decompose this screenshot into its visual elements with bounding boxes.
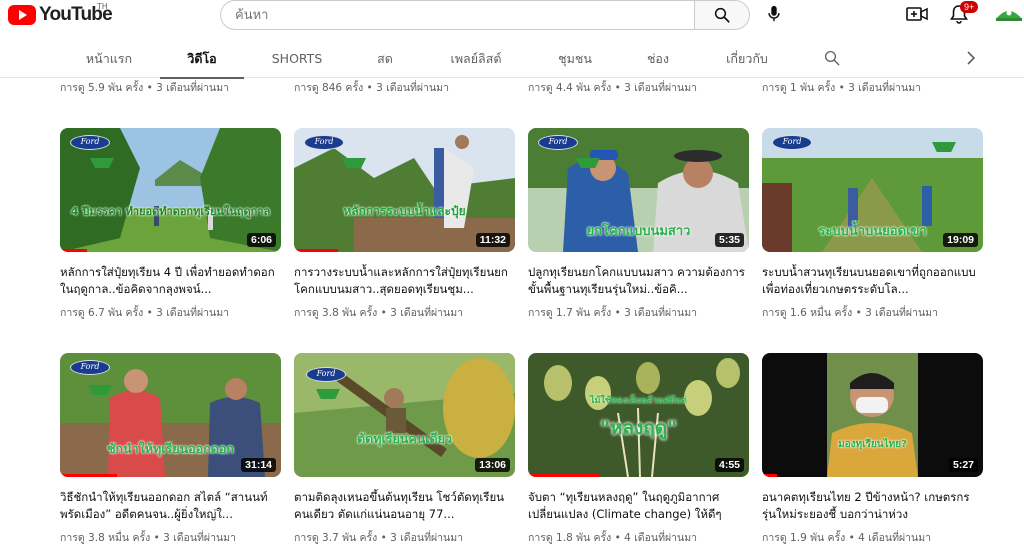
video-meta: การดู 1 พัน ครั้ง • 3 เดือนที่ผ่านมา (762, 82, 922, 94)
video-title[interactable]: ระบบน้ำสวนทุเรียนบนยอดเขาที่ถูกออกแบบเพื… (762, 264, 983, 298)
notification-badge: 9+ (960, 1, 979, 13)
video-card[interactable]: มองทุเรียนไทย? 5:27 อนาคตทุเรียนไทย 2 ปี… (762, 353, 983, 546)
notifications-button[interactable]: 9+ (946, 1, 979, 27)
tab-about[interactable]: เกี่ยวกับ (722, 38, 772, 78)
video-meta: การดู 3.8 พัน ครั้ง • 3 เดือนที่ผ่านมา (294, 307, 464, 319)
ford-logo: Ford (304, 135, 344, 150)
tab-label: หน้าแรก (85, 51, 133, 66)
search-icon (824, 50, 840, 66)
channel-search-button[interactable] (823, 49, 843, 69)
account-logo-icon (996, 10, 1022, 21)
thumbnail-caption: หลักการระบบน้ำและปุ๋ย (343, 204, 466, 218)
video-title[interactable]: จับตา “ทุเรียนหลงฤดู” ในฤดูภูมิอากาศเปลี… (528, 489, 749, 523)
channel-tabs: หน้าแรก วิดีโอ SHORTS สด เพลย์ลิสต์ ชุมช… (0, 38, 1024, 79)
video-title[interactable]: การวางระบบน้ำและหลักการใส่ปุ๋ยทุเรียนยกโ… (294, 264, 515, 298)
thumbnail-caption: มองทุเรียนไทย? (838, 439, 907, 450)
thumbnail-caption: ชักนำให้ทุเรียนออกดอก (107, 441, 234, 456)
video-duration: 13:06 (475, 458, 510, 472)
video-card[interactable]: Ford หลักการระบบน้ำและปุ๋ย 11:32 การวางร… (294, 128, 515, 321)
video-meta: การดู 4.4 พัน ครั้ง • 3 เดือนที่ผ่านมา (528, 82, 698, 94)
tab-label: วิดีโอ (187, 51, 217, 66)
tab-channels[interactable]: ช่อง (644, 38, 672, 78)
video-thumbnail[interactable]: Ford ตัดทุเรียนคนเดียว 13:06 (294, 353, 515, 477)
watch-progress-bar (528, 474, 599, 477)
ford-logo: Ford (306, 367, 346, 382)
tab-label: ชุมชน (558, 51, 592, 66)
video-duration: 11:32 (475, 233, 510, 247)
tab-label: SHORTS (271, 51, 323, 66)
thumbnail-caption: 4 ปีมรรคา ทำยอดทำดอกทุเรียนในฤดูกาล (70, 205, 271, 218)
watch-progress-bar (294, 249, 339, 252)
tab-home[interactable]: หน้าแรก (82, 38, 136, 78)
ford-logo: Ford (70, 135, 110, 150)
tab-label: สด (377, 51, 393, 66)
video-title[interactable]: หลักการใส่ปุ๋ยทุเรียน 4 ปี เพื่อทำยอดทำด… (60, 264, 281, 298)
tabs-scroll-right-button[interactable] (964, 50, 980, 66)
search-icon (714, 7, 730, 23)
logo-region-code: TH (97, 2, 108, 11)
watch-progress-bar (60, 249, 87, 252)
video-meta: การดู 5.9 พัน ครั้ง • 3 เดือนที่ผ่านมา (60, 82, 230, 94)
video-duration: 19:09 (943, 233, 978, 247)
ford-logo: Ford (538, 135, 578, 150)
video-thumbnail[interactable]: Ford ชักนำให้ทุเรียนออกดอก 31:14 (60, 353, 281, 477)
watch-progress-bar (762, 474, 778, 477)
search-button[interactable] (694, 0, 750, 30)
youtube-logo[interactable]: YouTube TH (8, 2, 113, 26)
video-card[interactable]: Ford ระบบน้ำบนยอดเขา 19:09 ระบบน้ำสวนทุเ… (762, 128, 983, 321)
video-thumbnail[interactable]: มองทุเรียนไทย? 5:27 (762, 353, 983, 477)
video-duration: 31:14 (241, 458, 276, 472)
tab-shorts[interactable]: SHORTS (268, 38, 326, 78)
thumbnail-caption: ตัดทุเรียนคนเดียว (357, 431, 452, 446)
video-duration: 5:27 (948, 458, 978, 472)
top-bar: YouTube TH 9+ (0, 0, 1024, 38)
video-thumbnail[interactable]: Ford ยกโคกแบบนมสาว 5:35 (528, 128, 749, 252)
video-meta: การดู 1.9 พัน ครั้ง • 4 เดือนที่ผ่านมา (762, 532, 932, 544)
chevron-right-icon (967, 51, 976, 65)
video-meta: การดู 1.6 หมื่น ครั้ง • 3 เดือนที่ผ่านมา (762, 307, 938, 319)
video-meta: การดู 6.7 พัน ครั้ง • 3 เดือนที่ผ่านมา (60, 307, 230, 319)
tab-label: เพลย์ลิสต์ (450, 51, 502, 66)
search-input[interactable] (220, 0, 694, 30)
video-thumbnail[interactable]: Ford 4 ปีมรรคา ทำยอดทำดอกทุเรียนในฤดูกาล… (60, 128, 281, 252)
video-title[interactable]: ตามติดลุงเหนอขึ้นต้นทุเรียน โชว์ตัดทุเรี… (294, 489, 515, 523)
video-thumbnail[interactable]: ไม้ใช้หลงเล็มแล้วแต่มีแต่ "หลงฤดู" 4:55 (528, 353, 749, 477)
video-card[interactable]: Ford 4 ปีมรรคา ทำยอดทำดอกทุเรียนในฤดูกาล… (60, 128, 281, 321)
video-duration: 6:06 (246, 233, 276, 247)
video-thumbnail[interactable]: Ford ระบบน้ำบนยอดเขา 19:09 (762, 128, 983, 252)
tab-label: ช่อง (646, 51, 670, 66)
thumbnail-small-caption: ไม้ใช้หลงเล็มแล้วแต่มีแต่ (590, 396, 687, 406)
video-duration: 5:35 (714, 233, 744, 247)
tab-community[interactable]: ชุมชน (554, 38, 596, 78)
video-title[interactable]: ปลูกทุเรียนยกโคกแบบนมสาว ความต้องการขั้น… (528, 264, 749, 298)
ford-logo: Ford (70, 360, 110, 375)
video-title[interactable]: อนาคตทุเรียนไทย 2 ปีข้างหน้า? เกษตรกรรุ่… (762, 489, 983, 523)
video-meta: การดู 1.7 พัน ครั้ง • 3 เดือนที่ผ่านมา (528, 307, 698, 319)
video-card[interactable]: Ford ตัดทุเรียนคนเดียว 13:06 ตามติดลุงเห… (294, 353, 515, 546)
video-title[interactable]: วิธีชักนำให้ทุเรียนออกดอก สไตล์ “สานนท์ … (60, 489, 281, 523)
video-meta: การดู 3.8 หมื่น ครั้ง • 3 เดือนที่ผ่านมา (60, 532, 236, 544)
watch-progress-bar (60, 474, 118, 477)
microphone-icon (768, 5, 780, 22)
voice-search-button[interactable] (760, 0, 788, 28)
tab-playlists[interactable]: เพลย์ลิสต์ (445, 38, 507, 78)
video-card[interactable]: Ford ชักนำให้ทุเรียนออกดอก 31:14 วิธีชัก… (60, 353, 281, 546)
search-bar (220, 0, 750, 30)
youtube-play-icon (8, 5, 36, 25)
tab-videos[interactable]: วิดีโอ (160, 38, 244, 79)
video-card[interactable]: Ford ยกโคกแบบนมสาว 5:35 ปลูกทุเรียนยกโคก… (528, 128, 749, 321)
thumbnail-caption: "หลงฤดู" (599, 417, 678, 439)
video-meta: การดู 846 ครั้ง • 3 เดือนที่ผ่านมา (294, 82, 449, 94)
tab-live[interactable]: สด (372, 38, 398, 78)
create-video-icon (906, 7, 928, 21)
video-meta: การดู 1.8 พัน ครั้ง • 4 เดือนที่ผ่านมา (528, 532, 698, 544)
video-card[interactable]: ไม้ใช้หลงเล็มแล้วแต่มีแต่ "หลงฤดู" 4:55 … (528, 353, 749, 546)
ford-logo: Ford (772, 135, 812, 150)
create-button[interactable] (904, 2, 930, 26)
video-duration: 4:55 (714, 458, 744, 472)
tab-label: เกี่ยวกับ (726, 51, 768, 66)
account-avatar[interactable] (996, 4, 1022, 24)
video-thumbnail[interactable]: Ford หลักการระบบน้ำและปุ๋ย 11:32 (294, 128, 515, 252)
video-meta: การดู 3.7 พัน ครั้ง • 3 เดือนที่ผ่านมา (294, 532, 464, 544)
